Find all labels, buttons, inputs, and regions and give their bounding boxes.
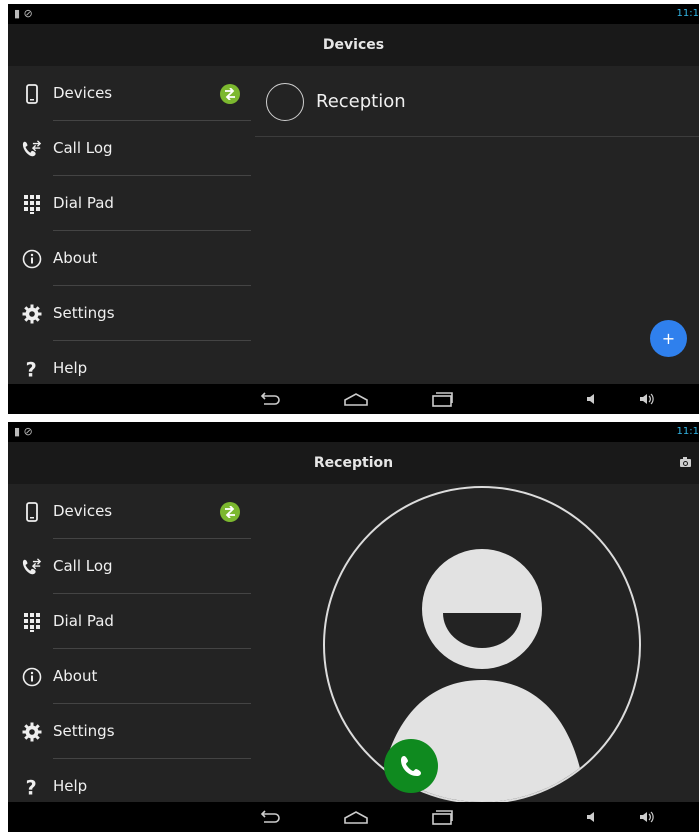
add-device-button[interactable]: + <box>650 320 687 357</box>
devices-screen: ▮ ⊘ 11:1 Devices Devices Call Log Dial P… <box>8 4 699 414</box>
volume-down-icon[interactable] <box>585 389 599 409</box>
person-placeholder-icon <box>378 549 586 802</box>
title-bar: Devices <box>8 24 699 66</box>
drawer-item-label: Devices <box>53 84 113 102</box>
status-time: 11:1 <box>676 426 699 437</box>
home-icon[interactable] <box>343 389 369 409</box>
gear-icon <box>22 304 42 324</box>
swap-arrows-icon <box>225 88 235 100</box>
drawer-item-label: Call Log <box>53 557 113 575</box>
status-bar: ▮ ⊘ 11:1 <box>8 422 699 442</box>
gear-icon <box>22 722 42 742</box>
drawer-item-label: Dial Pad <box>53 612 114 630</box>
call-log-icon <box>22 558 42 575</box>
drawer-item-about[interactable]: About <box>8 649 253 704</box>
drawer-item-call-log[interactable]: Call Log <box>8 539 253 594</box>
phone-icon <box>401 756 421 776</box>
drawer-item-label: About <box>53 249 98 267</box>
volume-up-icon[interactable] <box>638 389 656 409</box>
volume-up-icon[interactable] <box>638 807 656 827</box>
question-icon: ? <box>26 359 37 379</box>
device-row-reception[interactable]: Reception <box>255 66 699 137</box>
back-icon[interactable] <box>257 807 281 827</box>
device-name: Reception <box>316 91 406 112</box>
drawer-item-dial-pad[interactable]: Dial Pad <box>8 176 253 231</box>
svg-text:?: ? <box>26 777 37 797</box>
dial-pad-icon <box>24 195 40 214</box>
status-icons: ▮ ⊘ <box>14 7 33 20</box>
page-title: Devices <box>322 37 385 53</box>
dial-pad-icon <box>24 613 40 632</box>
call-log-icon <box>22 140 42 157</box>
svg-text:?: ? <box>26 359 37 379</box>
drawer-item-label: About <box>53 667 98 685</box>
device-list: Reception + <box>255 66 699 384</box>
drawer-item-about[interactable]: About <box>8 231 253 286</box>
status-icons: ▮ ⊘ <box>14 425 33 438</box>
status-bar: ▮ ⊘ 11:1 <box>8 4 699 24</box>
drawer-item-settings[interactable]: Settings <box>8 704 253 759</box>
phone-device-icon <box>26 502 38 522</box>
drawer-item-dial-pad[interactable]: Dial Pad <box>8 594 253 649</box>
info-icon <box>22 667 42 687</box>
camera-icon[interactable] <box>680 457 691 467</box>
page-title: Reception <box>313 455 394 471</box>
home-icon[interactable] <box>343 807 369 827</box>
device-detail <box>255 484 699 804</box>
drawer-item-label: Settings <box>53 304 115 322</box>
drawer-item-label: Settings <box>53 722 115 740</box>
navigation-drawer: Devices Call Log Dial Pad About Settings <box>8 484 255 802</box>
navigation-drawer: Devices Call Log Dial Pad About Settings <box>8 66 255 384</box>
volume-down-icon[interactable] <box>585 807 599 827</box>
swap-arrows-icon <box>225 506 235 518</box>
phone-device-icon <box>26 84 38 104</box>
system-nav-bar <box>8 384 699 414</box>
recent-apps-icon[interactable] <box>431 807 455 827</box>
avatar <box>323 486 641 804</box>
device-detail-screen: ▮ ⊘ 11:1 Reception Devices Call Log Dial… <box>8 422 699 832</box>
device-status-circle <box>266 83 304 121</box>
drawer-item-label: Call Log <box>53 139 113 157</box>
system-nav-bar <box>8 802 699 832</box>
back-icon[interactable] <box>257 389 281 409</box>
recent-apps-icon[interactable] <box>431 389 455 409</box>
title-bar: Reception <box>8 442 699 484</box>
sync-status-badge <box>220 84 240 104</box>
call-button[interactable] <box>384 739 438 793</box>
question-icon: ? <box>26 777 37 797</box>
sync-status-badge <box>220 502 240 522</box>
drawer-item-label: Devices <box>53 502 113 520</box>
drawer-item-devices[interactable]: Devices <box>8 66 253 121</box>
info-icon <box>22 249 42 269</box>
drawer-item-call-log[interactable]: Call Log <box>8 121 253 176</box>
status-time: 11:1 <box>676 8 699 19</box>
drawer-item-devices[interactable]: Devices <box>8 484 253 539</box>
drawer-item-settings[interactable]: Settings <box>8 286 253 341</box>
drawer-item-label: Dial Pad <box>53 194 114 212</box>
